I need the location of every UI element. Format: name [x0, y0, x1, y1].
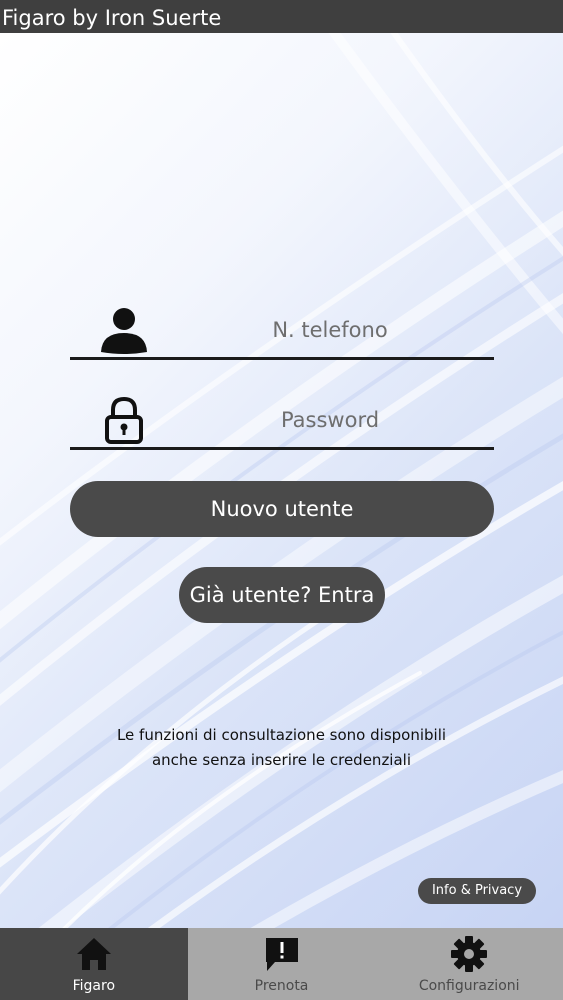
chat-alert-icon [265, 938, 298, 971]
new-user-button[interactable]: Nuovo utente [70, 481, 494, 537]
password-input[interactable] [180, 400, 480, 440]
login-button[interactable]: Già utente? Entra [179, 567, 385, 623]
phone-input[interactable] [180, 310, 480, 350]
tab-prenota-label: Prenota [254, 978, 309, 994]
guest-info-line-2: anche senza inserire le credenziali [151, 751, 412, 769]
bottom-tab-bar: Figaro Prenota Configurazioni [0, 928, 563, 1000]
user-icon [101, 308, 147, 354]
tab-configurazioni[interactable]: Configurazioni [375, 928, 563, 1000]
password-field [70, 390, 494, 450]
lock-icon [105, 396, 143, 444]
app-title: Figaro by Iron Suerte [2, 6, 222, 30]
phone-field [70, 300, 494, 360]
guest-info-line-1: Le funzioni di consultazione sono dispon… [116, 726, 447, 744]
tab-figaro[interactable]: Figaro [0, 928, 188, 1000]
tab-figaro-label: Figaro [72, 978, 116, 994]
login-screen: Nuovo utente Già utente? Entra Le funzio… [0, 33, 563, 928]
tab-prenota[interactable]: Prenota [188, 928, 376, 1000]
home-icon [76, 938, 111, 970]
gear-icon [451, 936, 488, 972]
info-privacy-button[interactable]: Info & Privacy [418, 878, 536, 904]
guest-info-text: Le funzioni di consultazione sono dispon… [60, 723, 503, 773]
tab-configurazioni-label: Configurazioni [418, 978, 520, 994]
app-title-bar: Figaro by Iron Suerte [0, 0, 563, 33]
